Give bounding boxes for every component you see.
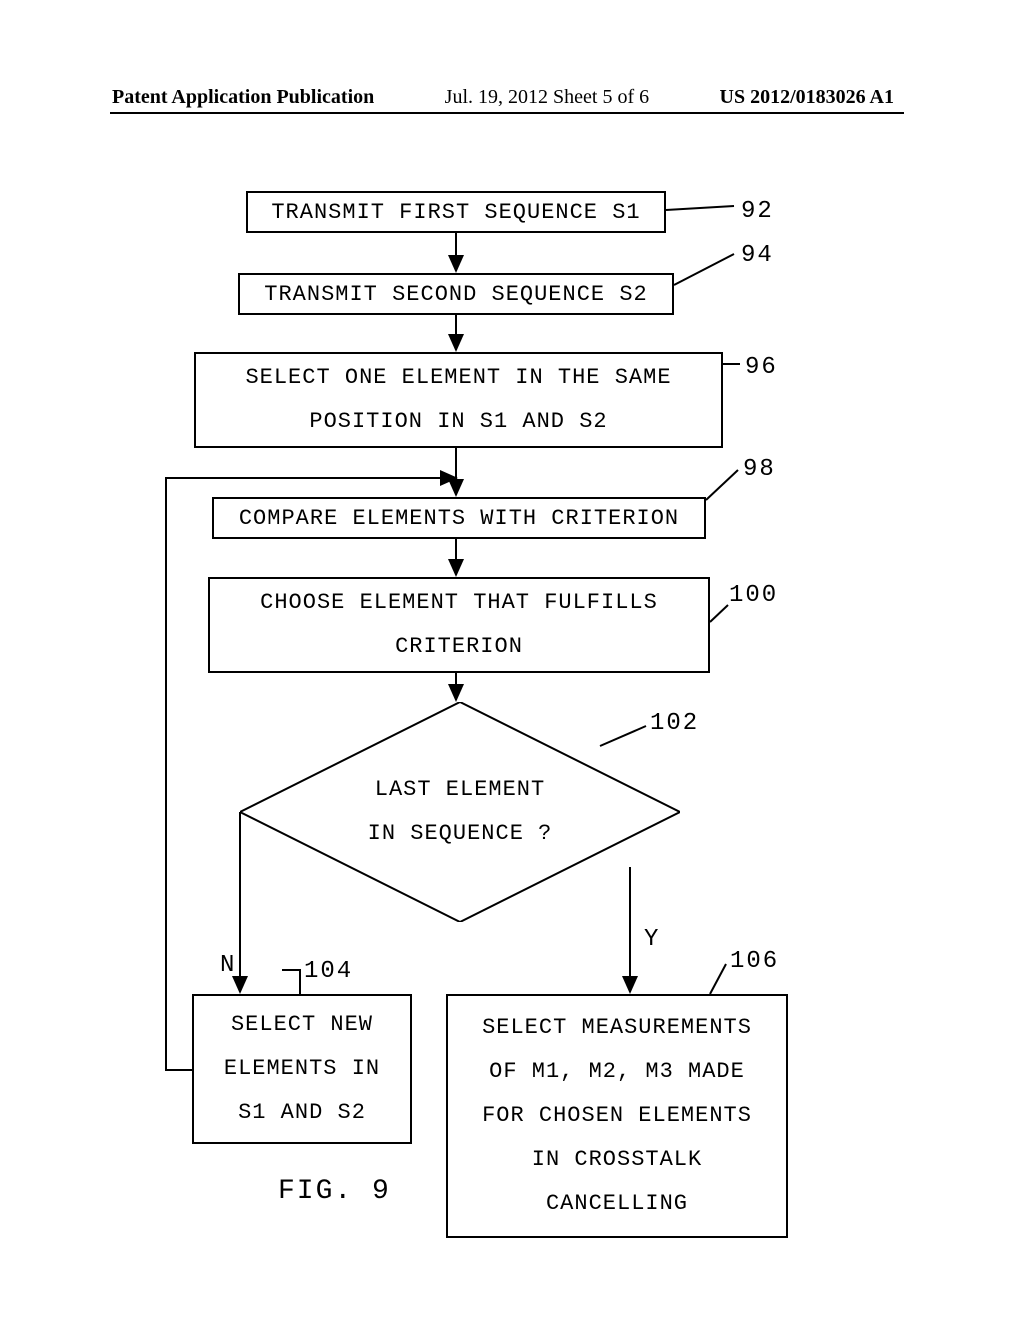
flowchart-canvas: TRANSMIT FIRST SEQUENCE S1 TRANSMIT SECO… xyxy=(0,0,1024,1320)
flow-arrows xyxy=(0,0,1024,1320)
